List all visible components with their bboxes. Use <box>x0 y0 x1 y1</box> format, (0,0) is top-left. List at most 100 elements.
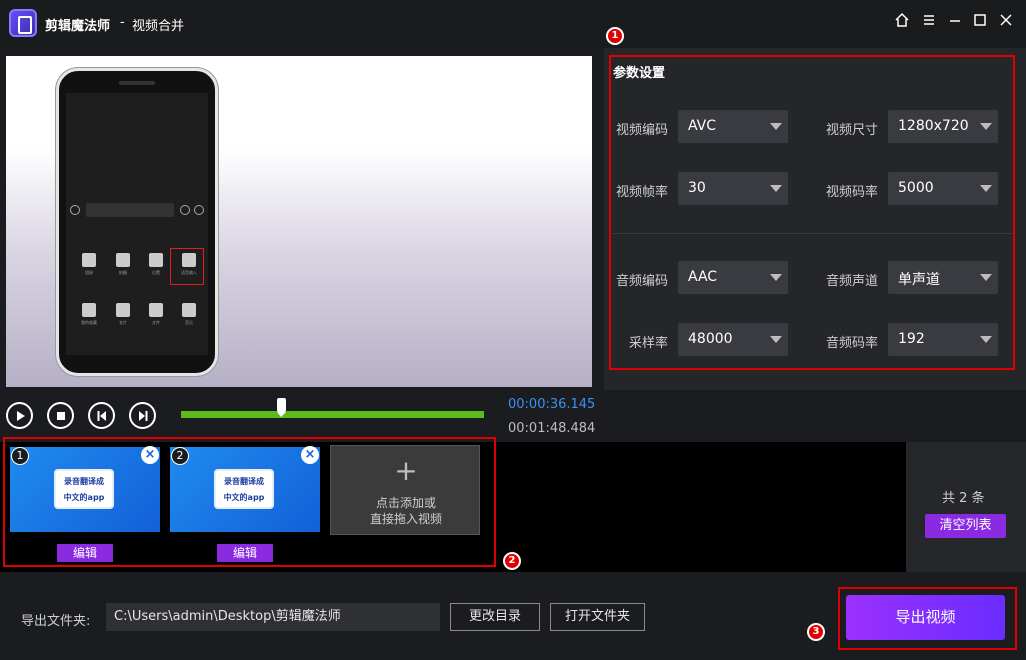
image-icon <box>82 253 96 267</box>
chevron-down-icon <box>770 123 782 130</box>
phone-speaker <box>119 81 155 85</box>
chevron-down-icon <box>980 123 992 130</box>
folder-icon <box>149 303 163 317</box>
chevron-down-icon <box>980 274 992 281</box>
phone-grid-item: 音乐 <box>174 303 204 337</box>
music-icon <box>182 303 196 317</box>
camera-icon <box>116 253 130 267</box>
total-time: 00:01:48.484 <box>508 421 596 436</box>
video-size-value: 1280x720 <box>898 118 969 134</box>
export-video-button[interactable]: 导出视频 <box>846 595 1005 640</box>
output-folder-field[interactable]: C:\Users\admin\Desktop\剪辑魔法师 <box>106 603 440 631</box>
play-icon <box>17 411 25 421</box>
sample-rate-value: 48000 <box>688 331 733 347</box>
audio-channel-select[interactable]: 单声道 <box>888 261 998 294</box>
add-video-tile[interactable]: + 点击添加或 直接拖入视频 <box>330 445 480 535</box>
progress-track[interactable] <box>181 411 484 418</box>
video-codec-select[interactable]: AVC <box>678 110 788 143</box>
clip-thumb-line1: 录音翻译成 <box>224 477 264 486</box>
audio-codec-select[interactable]: AAC <box>678 261 788 294</box>
step-back-icon <box>97 411 106 421</box>
phone-grid-item: 文件 <box>141 303 171 337</box>
voice-icon <box>70 205 80 215</box>
phone-grid-item: 拍摄 <box>108 253 138 287</box>
frame-rate-select[interactable]: 30 <box>678 172 788 205</box>
plus-icon <box>194 205 204 215</box>
current-time: 00:00:36.145 <box>508 397 596 412</box>
badge-2: 2 <box>503 552 521 570</box>
location-icon <box>149 253 163 267</box>
box-icon <box>82 303 96 317</box>
preview-phone-frame: 相册 拍摄 位置 语音输入 我的收藏 名片 文件 音乐 <box>56 68 218 376</box>
add-hint-line2: 直接拖入视频 <box>369 512 442 526</box>
phone-screen: 相册 拍摄 位置 语音输入 我的收藏 名片 文件 音乐 <box>66 93 208 355</box>
app-window: 剪辑魔法师 - 视频合并 相册 拍摄 位置 语音输入 我的收藏 名片 文件 音乐… <box>0 0 1026 660</box>
phone-grid-label: 位置 <box>152 270 160 275</box>
audio-bitrate-label: 音频码率 <box>825 336 878 351</box>
clip-index-2: 2 <box>171 447 189 465</box>
minimize-icon[interactable] <box>945 12 965 32</box>
clip-card: 录音翻译成 中文的app <box>54 469 114 509</box>
phone-chat-bar <box>70 203 204 217</box>
close-icon[interactable] <box>996 12 1016 32</box>
edit-clip-1-button[interactable]: 编辑 <box>57 544 113 562</box>
page-title: 视频合并 <box>132 19 185 34</box>
play-button[interactable] <box>6 402 33 429</box>
phone-grid-label: 音乐 <box>185 320 193 325</box>
phone-grid-item: 名片 <box>108 303 138 337</box>
phone-highlight-box <box>170 248 204 285</box>
chevron-down-icon <box>770 336 782 343</box>
phone-grid-item: 相册 <box>74 253 104 287</box>
video-bitrate-select[interactable]: 5000 <box>888 172 998 205</box>
home-icon[interactable] <box>892 12 912 32</box>
change-directory-button[interactable]: 更改目录 <box>450 603 540 631</box>
phone-grid-label: 文件 <box>152 320 160 325</box>
settings-title: 参数设置 <box>613 66 666 81</box>
app-logo-icon <box>9 9 37 37</box>
video-bitrate-label: 视频码率 <box>825 185 878 200</box>
menu-icon[interactable] <box>919 12 939 32</box>
sample-rate-label: 采样率 <box>628 336 668 351</box>
phone-grid-item: 位置 <box>141 253 171 287</box>
contact-card-icon <box>116 303 130 317</box>
open-folder-button[interactable]: 打开文件夹 <box>550 603 645 631</box>
phone-grid-label: 相册 <box>85 270 93 275</box>
progress-slider-handle[interactable] <box>276 398 286 417</box>
stop-icon <box>57 412 65 420</box>
clip-thumb-line1: 录音翻译成 <box>64 477 104 486</box>
sample-rate-select[interactable]: 48000 <box>678 323 788 356</box>
clip-thumbnail-1[interactable]: 录音翻译成 中文的app <box>10 447 160 532</box>
video-bitrate-value: 5000 <box>898 180 934 196</box>
video-size-label: 视频尺寸 <box>825 123 878 138</box>
clip-count: 共 2 条 <box>942 491 985 506</box>
audio-channel-label: 音频声道 <box>825 274 878 289</box>
phone-chat-input <box>86 203 174 217</box>
settings-divider <box>612 233 1014 234</box>
clip-thumb-line2: 中文的app <box>223 493 265 502</box>
phone-grid-label: 我的收藏 <box>81 320 97 325</box>
chevron-down-icon <box>770 274 782 281</box>
emoji-icon <box>180 205 190 215</box>
chevron-down-icon <box>980 185 992 192</box>
audio-bitrate-select[interactable]: 192 <box>888 323 998 356</box>
previous-frame-button[interactable] <box>88 402 115 429</box>
remove-clip-2-icon[interactable]: × <box>301 446 319 464</box>
clip-thumbnail-2[interactable]: 录音翻译成 中文的app <box>170 447 320 532</box>
app-name: 剪辑魔法师 <box>45 19 111 34</box>
edit-clip-2-button[interactable]: 编辑 <box>217 544 273 562</box>
video-preview[interactable]: 相册 拍摄 位置 语音输入 我的收藏 名片 文件 音乐 <box>6 56 592 387</box>
video-size-select[interactable]: 1280x720 <box>888 110 998 143</box>
stop-button[interactable] <box>47 402 74 429</box>
remove-clip-1-icon[interactable]: × <box>141 446 159 464</box>
chevron-down-icon <box>980 336 992 343</box>
badge-3: 3 <box>807 623 825 641</box>
title-bar: 剪辑魔法师 - 视频合并 <box>0 0 1026 48</box>
audio-codec-label: 音频编码 <box>615 274 668 289</box>
next-frame-button[interactable] <box>129 402 156 429</box>
audio-bitrate-value: 192 <box>898 331 925 347</box>
add-plus-icon: + <box>394 454 418 487</box>
maximize-icon[interactable] <box>970 12 990 32</box>
frame-rate-label: 视频帧率 <box>615 185 668 200</box>
output-folder-label: 导出文件夹: <box>21 614 91 629</box>
clear-list-button[interactable]: 清空列表 <box>925 514 1006 538</box>
